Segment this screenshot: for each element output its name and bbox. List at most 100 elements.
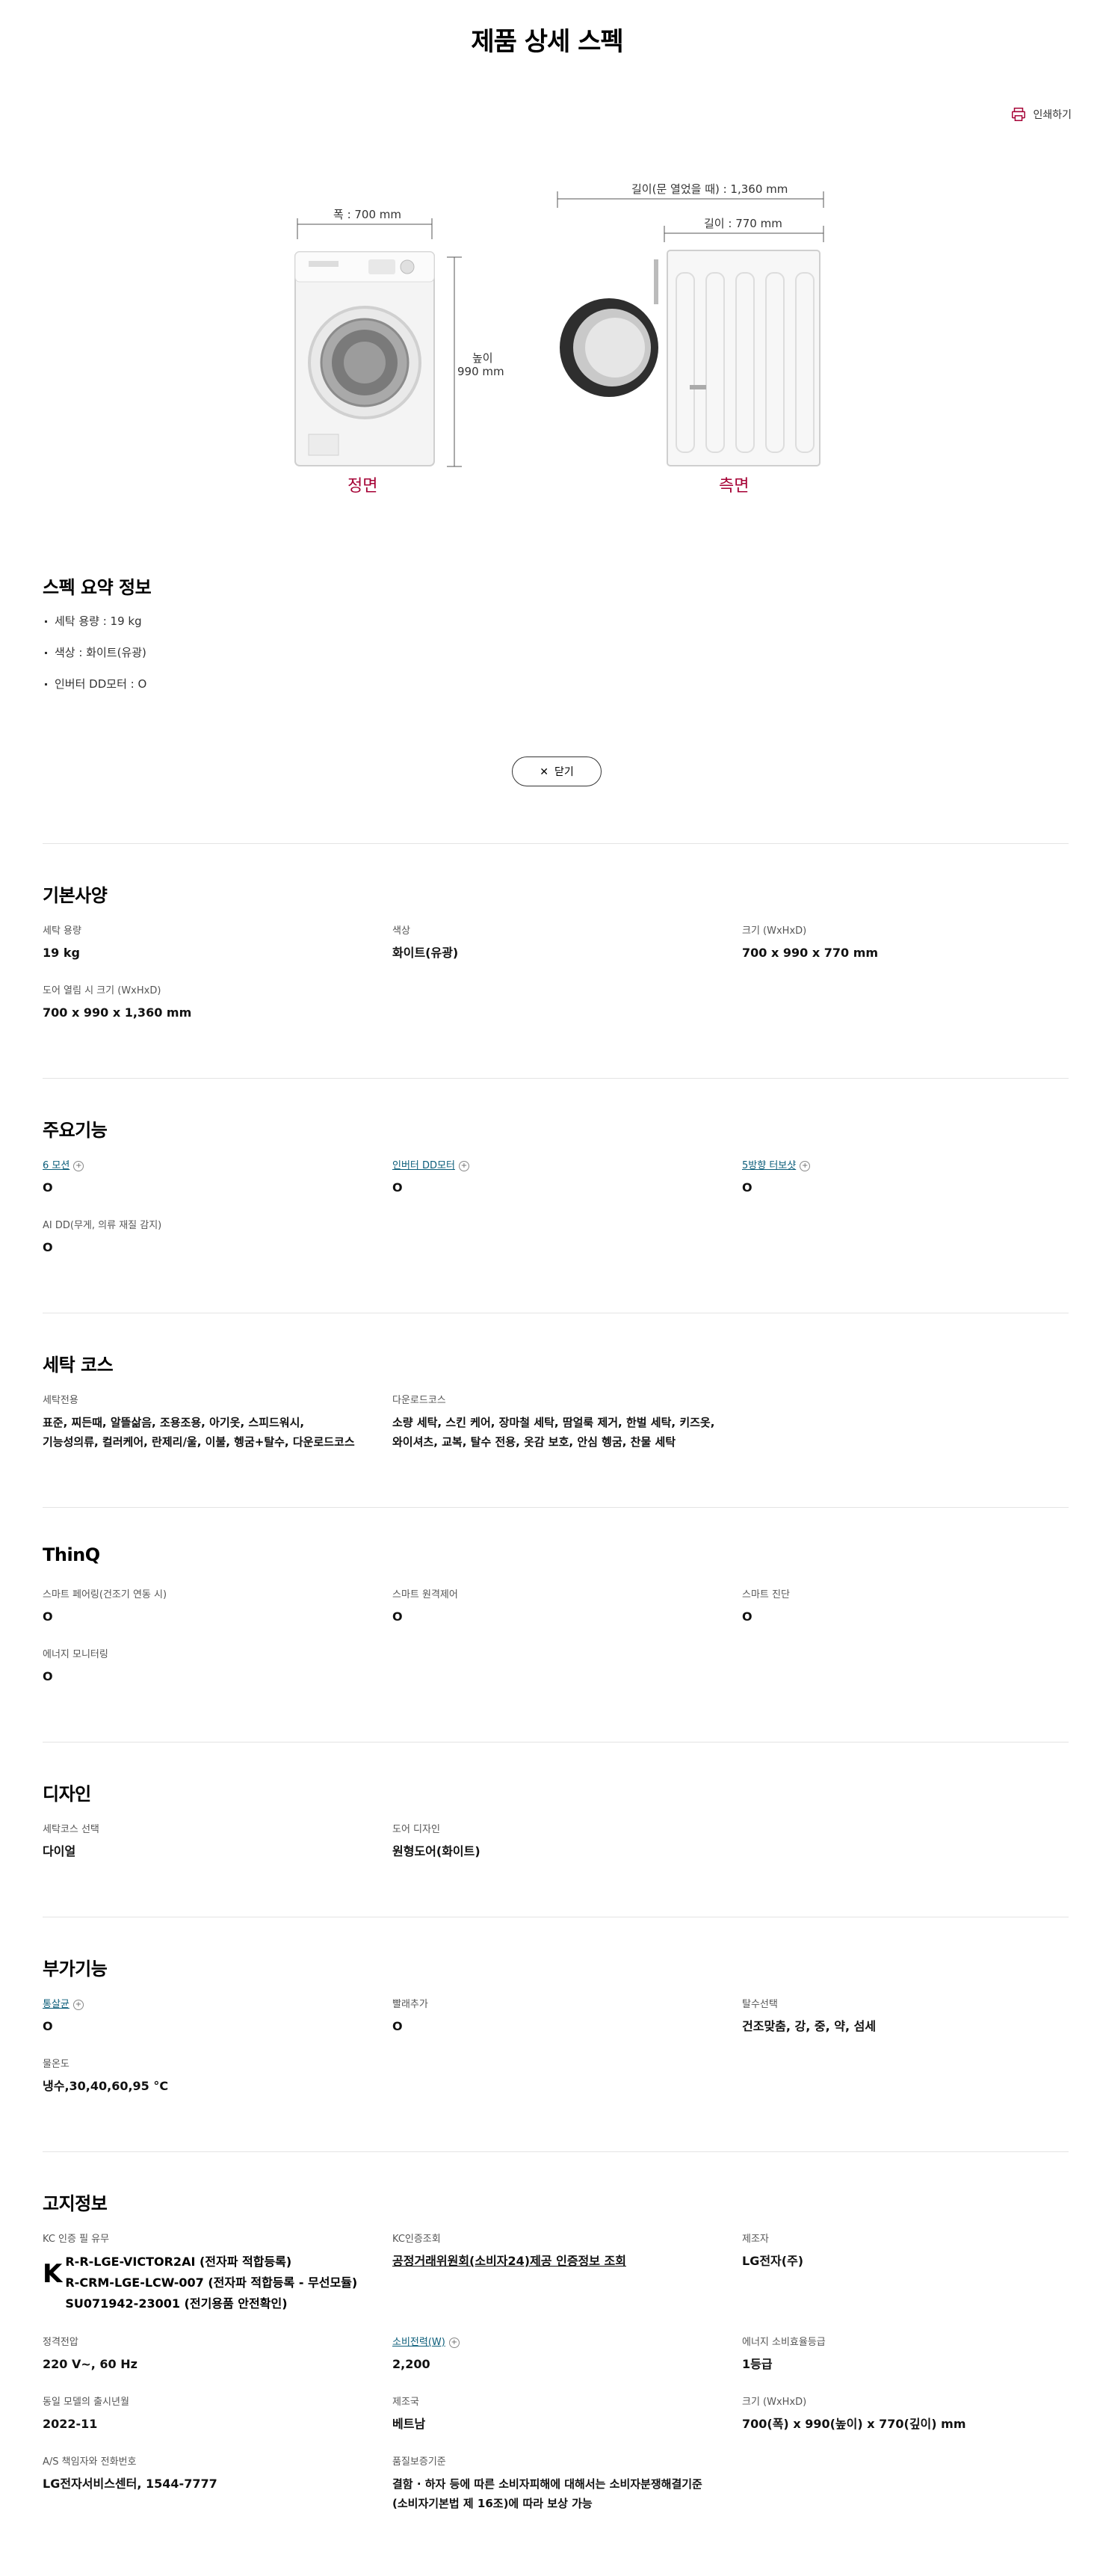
- inverter-link[interactable]: 인버터 DD모터: [392, 1159, 455, 1174]
- info-icon[interactable]: +: [458, 1161, 469, 1171]
- kc-cert-line: R-R-LGE-VICTOR2AI (전자파 적합등록): [65, 2255, 292, 2269]
- spec-label: 크기 (WxHxD): [742, 2397, 807, 2408]
- spec-value: O: [43, 1180, 53, 1195]
- spec-value: 2022-11: [43, 2417, 98, 2431]
- spec-item-course-select: 세탁코스 선택 다이얼: [43, 1822, 371, 1861]
- printer-icon: [1012, 108, 1026, 121]
- spec-value: O: [43, 2019, 53, 2033]
- spec-label: 세탁전용: [43, 1395, 78, 1406]
- spec-label: KC 인증 필 유무: [43, 2234, 110, 2245]
- spec-item-voltage: 정격전압 220 V~, 60 Hz: [43, 2335, 371, 2374]
- spec-item-release-date: 동일 모델의 출시년월 2022-11: [43, 2395, 371, 2434]
- section-divider: [43, 1507, 1069, 1508]
- spec-label: 제조국: [392, 2397, 419, 2408]
- spec-value: 원형도어(화이트): [392, 1844, 480, 1858]
- summary-item: 색상 : 화이트(유광): [43, 644, 146, 676]
- spec-label: 세탁 용량: [43, 925, 81, 937]
- tub-sterilize-link[interactable]: 통살균: [43, 1997, 69, 2012]
- spec-item-energy-grade: 에너지 소비효율등급 1등급: [742, 2335, 1071, 2374]
- summary-list: 세탁 용량 : 19 kg 색상 : 화이트(유광) 인버터 DD모터 : O: [43, 613, 146, 707]
- spec-item-country: 제조국 베트남: [392, 2395, 721, 2434]
- spec-item-smart-diagnosis: 스마트 진단 O: [742, 1588, 1071, 1627]
- design-title: 디자인: [43, 1784, 91, 1805]
- spec-item-6motion: 6 모션 + O: [43, 1159, 371, 1198]
- spec-value: 2,200: [392, 2357, 430, 2371]
- features-title: 주요기능: [43, 1120, 108, 1141]
- spec-item-add-laundry: 빨래추가 O: [392, 1997, 721, 2036]
- spec-value: 베트남: [392, 2417, 426, 2431]
- spec-value: 1등급: [742, 2357, 773, 2371]
- spec-value: 220 V~, 60 Hz: [43, 2357, 137, 2371]
- thinq-title: ThinQ: [43, 1544, 100, 1565]
- print-button[interactable]: 인쇄하기: [1010, 106, 1072, 123]
- door-open-dimension-label: 길이(문 열었을 때) : 1,360 mm: [631, 182, 788, 196]
- spec-value: 화이트(유광): [392, 946, 459, 960]
- kc-mark-logo: K: [43, 2259, 63, 2289]
- info-icon[interactable]: +: [73, 1161, 84, 1171]
- close-button[interactable]: ✕ 닫기: [512, 757, 602, 786]
- print-label: 인쇄하기: [1033, 109, 1072, 121]
- info-icon[interactable]: +: [72, 2000, 84, 2010]
- spec-label: 에너지 모니터링: [43, 1649, 108, 1660]
- product-dimension-diagram: 폭 : 700 mm 높이 990 mm 길이(문 열었을 때) : 1,360…: [0, 164, 1094, 508]
- spec-label: A/S 책임자와 전화번호: [43, 2456, 137, 2468]
- spec-item-power: 소비전력(W) + 2,200: [392, 2335, 721, 2374]
- spec-value: O: [43, 1240, 53, 1254]
- spec-value: 결함 · 하자 등에 따른 소비자피해에 대해서는 소비자분쟁해결기준: [392, 2477, 702, 2491]
- spec-item-size: 크기 (WxHxD) 700 x 990 x 770 mm: [742, 924, 1071, 963]
- spec-value: 냉수,30,40,60,95 °C: [43, 2079, 169, 2093]
- courses-title: 세탁 코스: [43, 1355, 114, 1375]
- kc-cert-line: R-CRM-LGE-LCW-007 (전자파 적합등록 - 무선모듈): [65, 2275, 358, 2290]
- page-title: 제품 상세 스펙: [471, 27, 623, 57]
- spec-label: 도어 열림 시 크기 (WxHxD): [43, 985, 161, 996]
- spec-item-energy-monitoring: 에너지 모니터링 O: [43, 1648, 371, 1686]
- summary-item: 인버터 DD모터 : O: [43, 676, 146, 707]
- spec-item-warranty: 품질보증기준 결함 · 하자 등에 따른 소비자피해에 대해서는 소비자분쟁해결…: [392, 2455, 736, 2513]
- spec-value: 19 kg: [43, 946, 80, 960]
- washer-side-image: [560, 250, 820, 466]
- spec-label: 탈수선택: [742, 1999, 778, 2010]
- spec-label: 정격전압: [43, 2337, 78, 2348]
- power-link[interactable]: 소비전력(W): [392, 2335, 445, 2350]
- turboshot-link[interactable]: 5방향 터보샷: [742, 1159, 796, 1174]
- height-dimension-label-1: 높이: [472, 351, 493, 365]
- spec-item-ai-dd: AI DD(무게, 의류 재질 감지) O: [43, 1218, 371, 1257]
- extra-features-title: 부가기능: [43, 1959, 108, 1979]
- kc-lookup-link[interactable]: 공정거래위원회(소비자24)제공 인증정보 조회: [392, 2252, 721, 2271]
- spec-label: 스마트 진단: [742, 1589, 790, 1600]
- spec-value: O: [742, 1609, 752, 1624]
- width-dimension-label: 폭 : 700 mm: [333, 208, 402, 221]
- spec-label: KC인증조회: [392, 2234, 441, 2245]
- spec-value: O: [392, 1180, 403, 1195]
- section-divider: [43, 1742, 1069, 1743]
- spec-item-capacity: 세탁 용량 19 kg: [43, 924, 371, 963]
- spec-value: (소비자기본법 제 16조)에 따라 보상 가능: [392, 2497, 593, 2510]
- spec-label: 에너지 소비효율등급: [742, 2337, 826, 2348]
- info-icon[interactable]: +: [800, 1161, 811, 1171]
- spec-item-remote-control: 스마트 원격제어 O: [392, 1588, 721, 1627]
- section-divider: [43, 2151, 1069, 2152]
- spec-value: O: [392, 1609, 403, 1624]
- spec-label: 빨래추가: [392, 1999, 428, 2010]
- spec-value: 기능성의류, 컬러케어, 란제리/울, 이불, 헹굼+탈수, 다운로드코스: [43, 1435, 355, 1449]
- 6motion-link[interactable]: 6 모션: [43, 1159, 69, 1174]
- spec-item-turboshot: 5방향 터보샷 + O: [742, 1159, 1071, 1198]
- info-icon[interactable]: +: [448, 2338, 460, 2348]
- spec-label: 세탁코스 선택: [43, 1824, 99, 1835]
- kc-cert-line: SU071942-23001 (전기용품 안전확인): [65, 2296, 288, 2311]
- section-divider: [43, 1078, 1069, 1079]
- depth-dimension-label: 길이 : 770 mm: [704, 217, 782, 230]
- height-dimension-label-2: 990 mm: [457, 365, 504, 378]
- spec-item-spin-select: 탈수선택 건조맞춤, 강, 중, 약, 섬세: [742, 1997, 1071, 2036]
- spec-value: 건조맞춤, 강, 중, 약, 섬세: [742, 2019, 877, 2033]
- notice-title: 고지정보: [43, 2193, 108, 2214]
- close-label: 닫기: [554, 765, 574, 777]
- dimension-lines: [297, 191, 824, 467]
- spec-value: LG전자(주): [742, 2254, 804, 2268]
- spec-value: O: [392, 2019, 403, 2033]
- summary-title: 스펙 요약 정보: [43, 577, 152, 598]
- spec-label: 색상: [392, 925, 410, 937]
- spec-value: 700(폭) x 990(높이) x 770(깊이) mm: [742, 2417, 966, 2431]
- spec-value: LG전자서비스센터, 1544-7777: [43, 2477, 217, 2491]
- spec-item-as-contact: A/S 책임자와 전화번호 LG전자서비스센터, 1544-7777: [43, 2455, 371, 2494]
